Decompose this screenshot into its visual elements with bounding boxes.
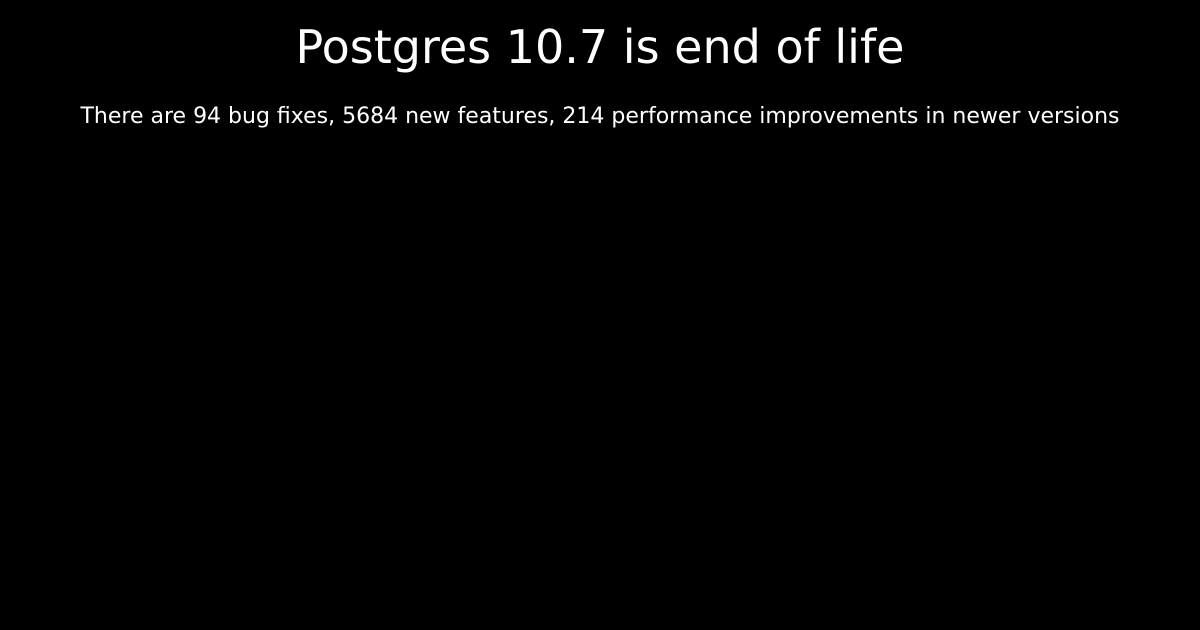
social-card: Postgres 10.7 is end of life There are 9… [0,0,1200,630]
page-title: Postgres 10.7 is end of life [295,20,905,74]
release-summary: There are 94 bug fixes, 5684 new feature… [80,104,1120,129]
